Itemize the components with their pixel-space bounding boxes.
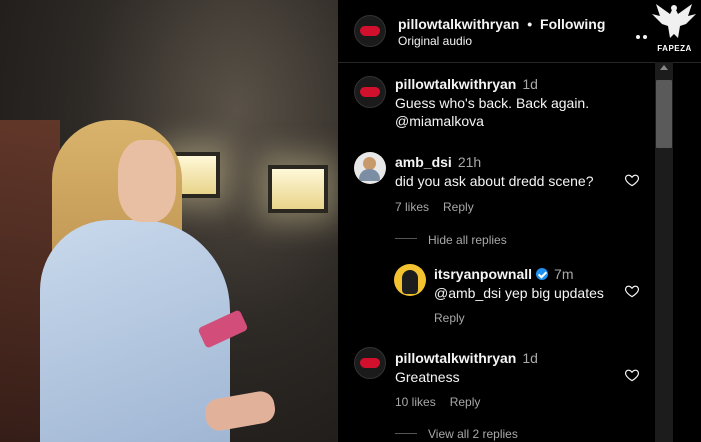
verified-badge-icon xyxy=(536,268,549,280)
caption-username[interactable]: pillowtalkwithryan xyxy=(395,76,516,92)
header-separator: • xyxy=(527,16,533,32)
avatar[interactable] xyxy=(354,152,386,184)
comment-time: 1d xyxy=(522,350,538,366)
comment-meta: 10 likes Reply xyxy=(395,395,494,409)
view-replies-button[interactable]: View all 2 replies xyxy=(428,427,518,441)
reply-button[interactable]: Reply xyxy=(450,395,481,409)
heart-icon[interactable] xyxy=(624,367,640,383)
comment-text: did you ask about dredd scene? xyxy=(395,173,594,189)
following-button[interactable]: Following xyxy=(540,16,605,32)
replies-divider xyxy=(395,238,417,239)
reply-time: 7m xyxy=(554,266,574,282)
watermark-label: FAPEZA xyxy=(657,44,692,53)
avatar[interactable] xyxy=(354,347,386,379)
likes-count[interactable]: 7 likes xyxy=(395,200,429,214)
lips-logo-icon xyxy=(360,358,380,368)
comments-panel: pillowtalkwithryan • Following Original … xyxy=(338,0,701,442)
reply-button[interactable]: Reply xyxy=(434,311,465,325)
lips-logo-icon xyxy=(360,26,380,36)
heart-icon[interactable] xyxy=(624,283,640,299)
header-username-text[interactable]: pillowtalkwithryan xyxy=(398,16,519,32)
hide-replies-button[interactable]: Hide all replies xyxy=(428,233,507,247)
comment-meta: 7 likes Reply xyxy=(395,200,488,214)
comment-author: amb_dsi 21h xyxy=(395,154,481,170)
heart-icon[interactable] xyxy=(624,172,640,188)
user-torso-icon xyxy=(359,169,380,181)
reply-author: itsryanpownall 7m xyxy=(434,266,573,282)
reply-text: @amb_dsi yep big updates xyxy=(434,285,604,301)
header-username[interactable]: pillowtalkwithryan • Following xyxy=(398,16,605,32)
caption-text: Guess who's back. Back again. xyxy=(395,95,590,111)
avatar[interactable] xyxy=(354,15,386,47)
stage-light-right xyxy=(268,165,328,213)
post-header: pillowtalkwithryan • Following Original … xyxy=(338,0,701,63)
replies-divider xyxy=(395,433,417,434)
reply-username[interactable]: itsryanpownall xyxy=(434,266,532,282)
comment-username[interactable]: amb_dsi xyxy=(395,154,452,170)
comment-text: Greatness xyxy=(395,369,460,385)
caption-mention[interactable]: @miamalkova xyxy=(395,113,484,129)
person-silhouette-icon xyxy=(402,270,418,294)
comment-username[interactable]: pillowtalkwithryan xyxy=(395,350,516,366)
comment-author: pillowtalkwithryan 1d xyxy=(395,350,538,366)
angel-wings-icon xyxy=(652,4,696,38)
watermark: FAPEZA xyxy=(648,0,701,62)
caption-time: 1d xyxy=(522,76,538,92)
person-face xyxy=(118,140,176,222)
likes-count[interactable]: 10 likes xyxy=(395,395,436,409)
scroll-up-arrow-icon[interactable] xyxy=(660,65,668,70)
lips-logo-icon xyxy=(360,87,380,97)
reel-video[interactable] xyxy=(0,0,338,442)
reply-meta: Reply xyxy=(434,311,479,325)
avatar[interactable] xyxy=(394,264,426,296)
caption-author: pillowtalkwithryan 1d xyxy=(395,76,538,92)
reply-button[interactable]: Reply xyxy=(443,200,474,214)
audio-label[interactable]: Original audio xyxy=(398,34,472,48)
scrollbar-thumb[interactable] xyxy=(656,80,672,148)
comment-time: 21h xyxy=(457,154,482,170)
avatar[interactable] xyxy=(354,76,386,108)
